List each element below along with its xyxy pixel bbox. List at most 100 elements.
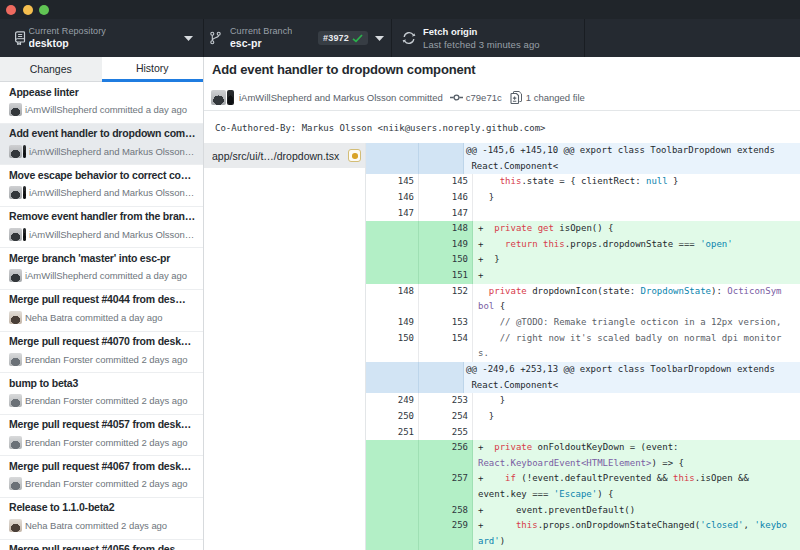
diff-added-line: 149+ return this.props.dropdownState ===… xyxy=(366,237,800,253)
diff-added-line: event.key === 'Escape') { xyxy=(366,487,800,503)
commit-list-item[interactable]: Merge pull request #4067 from desk… Brend… xyxy=(0,456,203,498)
new-line-number: 253 xyxy=(419,393,473,409)
sidebar: Changes History Appease linteriAmWillShe… xyxy=(0,57,204,550)
commit-list-item-title: Merge pull request #4056 from des… xyxy=(9,543,198,550)
old-line-number xyxy=(366,518,419,534)
committer-avatars xyxy=(211,90,234,105)
repository-caption: Current Repository xyxy=(29,26,106,37)
new-line-number xyxy=(419,378,464,394)
commit-list-item-title: Merge pull request #4067 from desk… xyxy=(9,460,198,473)
old-line-number xyxy=(366,487,419,503)
commit-list-item-byline: Neha Batra committed 2 days ago xyxy=(9,519,198,532)
current-branch-dropdown[interactable]: Current Branch esc-pr #3972 xyxy=(204,19,392,57)
author-avatars xyxy=(9,436,22,449)
pr-number: #3972 xyxy=(323,33,349,43)
tab-history[interactable]: History xyxy=(102,57,204,82)
avatar xyxy=(9,394,22,407)
byline-text: iAmWillShepherd and Markus Olsson… xyxy=(29,187,194,198)
commit-list-item[interactable]: Move escape behavior to correct co… iAmWi… xyxy=(0,165,203,207)
commit-list-item[interactable]: Merge pull request #4056 from des… xyxy=(0,540,203,550)
diff-code-text: } xyxy=(473,190,800,206)
diff-code-text: event.key === 'Escape') { xyxy=(473,487,800,503)
git-branch-icon xyxy=(210,31,221,45)
diff-context-line: bol { xyxy=(366,299,800,315)
commit-list-item[interactable]: Merge pull request #4044 from des…Neha B… xyxy=(0,290,203,332)
minimize-window-button[interactable] xyxy=(23,5,33,15)
diff-context-line: 150154 // right now it's scaled badly on… xyxy=(366,331,800,347)
new-line-number: 154 xyxy=(419,331,473,347)
commit-list-item-title: Appease linter xyxy=(9,86,198,99)
diff-code-text: + xyxy=(473,268,800,284)
sidebar-tabs: Changes History xyxy=(0,57,203,82)
author-avatars xyxy=(9,519,22,532)
diff-context-line: s. xyxy=(366,346,800,362)
avatar xyxy=(9,311,22,324)
new-line-number xyxy=(419,159,464,175)
new-line-number xyxy=(419,534,473,550)
commit-list-item[interactable]: Appease linteriAmWillShepherd committed … xyxy=(0,82,203,124)
new-line-number: 146 xyxy=(419,190,473,206)
diff-code-text: + private get isOpen() { xyxy=(473,221,800,237)
close-window-button[interactable] xyxy=(6,5,16,15)
commit-title: Add event handler to dropdown component xyxy=(212,62,476,77)
commit-meta: iAmWillShepherd and Markus Olsson commit… xyxy=(211,90,800,105)
old-line-number xyxy=(366,378,419,394)
old-line-number xyxy=(366,143,419,159)
commit-list-item[interactable]: Remove event handler from the bran…iAmWi… xyxy=(0,207,203,249)
old-line-number: 146 xyxy=(366,190,419,206)
file-row[interactable]: app/src/ui/t…/dropdown.tsx xyxy=(204,143,365,168)
diff-context-line: 149153 // @TODO: Remake triangle octicon… xyxy=(366,315,800,331)
old-line-number xyxy=(366,440,419,456)
author-avatars xyxy=(9,394,22,407)
new-line-number: 149 xyxy=(419,237,473,253)
changed-file-icon xyxy=(510,91,522,104)
commit-list-item[interactable]: Release to 1.1.0-beta2Neha Batra committ… xyxy=(0,498,203,540)
diff-added-line: 151+ xyxy=(366,268,800,284)
commit-description: Co-Authored-By: Markus Olsson <niik@user… xyxy=(204,112,800,144)
avatar xyxy=(9,519,22,532)
new-line-number: 152 xyxy=(419,284,473,300)
new-line-number: 254 xyxy=(419,409,473,425)
commit-list-item[interactable]: Merge branch 'master' into esc-priAmWill… xyxy=(0,248,203,290)
diff-code-text: + private onFoldoutKeyDown = (event: xyxy=(473,440,800,456)
current-repository-dropdown[interactable]: Current Repository desktop xyxy=(0,19,204,57)
file-path: app/src/ui/t…/dropdown.tsx xyxy=(212,150,348,162)
old-line-number xyxy=(366,534,419,550)
commit-list-item-byline: Brendan Forster committed 2 days ago xyxy=(9,477,198,490)
author-avatars xyxy=(9,269,22,282)
old-line-number: 147 xyxy=(366,206,419,222)
commit-list-item[interactable]: Add event handler to dropdown com…iAmWil… xyxy=(0,124,203,166)
commit-list-item[interactable]: Merge pull request #4070 from desk…Brend… xyxy=(0,332,203,374)
git-commit-icon xyxy=(450,93,463,102)
commit-list-item-title: Move escape behavior to correct co… xyxy=(9,169,198,182)
tab-changes[interactable]: Changes xyxy=(0,57,102,82)
diff-code-text: } xyxy=(473,393,800,409)
byline-text: Neha Batra committed 2 days ago xyxy=(25,520,167,531)
diff-code-text: private dropdownIcon(state: DropdownStat… xyxy=(473,284,800,300)
commit-list-item-title: bump to beta3 xyxy=(9,377,198,390)
diff-content: app/src/ui/t…/dropdown.tsx @@ -145,6 +14… xyxy=(204,143,800,550)
tab-changes-label: Changes xyxy=(30,63,72,75)
commit-history-list: Appease linteriAmWillShepherd committed … xyxy=(0,82,203,550)
old-line-number xyxy=(366,159,419,175)
chevron-down-icon xyxy=(184,36,193,41)
diff-context-line: 148152 private dropdownIcon(state: Dropd… xyxy=(366,284,800,300)
old-line-number: 145 xyxy=(366,174,419,190)
commit-list-item[interactable]: bump to beta3Brendan Forster committed 2… xyxy=(0,373,203,415)
diff-added-line: 259+ this.props.onDropdownStateChanged('… xyxy=(366,518,800,534)
commit-list-item[interactable]: Merge pull request #4057 from desk…Brend… xyxy=(0,415,203,457)
commit-sha: c79e71c xyxy=(466,92,502,103)
old-line-number: 249 xyxy=(366,393,419,409)
new-line-number: 147 xyxy=(419,206,473,222)
commit-header: Add event handler to dropdown component … xyxy=(204,57,800,111)
avatar xyxy=(9,436,22,449)
zoom-window-button[interactable] xyxy=(39,5,49,15)
diff-code-text xyxy=(473,206,800,222)
fetch-origin-button[interactable]: Fetch origin Last fetched 3 minutes ago xyxy=(392,19,585,57)
diff-code-text: s. xyxy=(473,346,800,362)
diff-hunk-line: @@ -145,6 +145,10 @@ export class Toolba… xyxy=(366,143,800,159)
new-line-number xyxy=(419,362,464,378)
avatar xyxy=(23,186,26,199)
diff-code-text: + event.preventDefault() xyxy=(473,503,800,519)
diff-hunk-line: React.Component< xyxy=(366,378,800,394)
